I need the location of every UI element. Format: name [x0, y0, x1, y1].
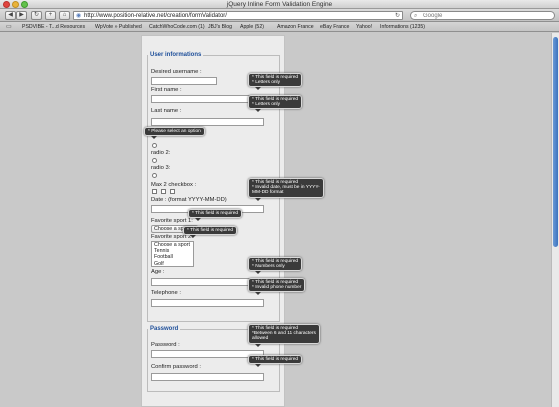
- error-bubble-fav2: * This field is required: [183, 226, 238, 239]
- error-text: * Letters only: [252, 102, 280, 108]
- error-bubble-firstname: * This field is required * Letters only: [248, 95, 303, 113]
- bookmarks-bar: ▭ PSDVIBE - T...d Resources WpVote » Pub…: [0, 22, 559, 32]
- date-label: Date : (format YYYY-MM-DD): [151, 197, 227, 203]
- error-bubble-confirm: * This field is required: [248, 355, 303, 368]
- confirm-password-input[interactable]: [151, 373, 264, 381]
- window-title: jQuery Inline Form Validation Engine: [226, 1, 333, 8]
- checkbox-3[interactable]: [170, 189, 175, 194]
- lastname-input[interactable]: [151, 118, 264, 126]
- refresh-icon[interactable]: ↻: [395, 12, 400, 20]
- firstname-label: First name :: [151, 87, 182, 93]
- list-item[interactable]: Golf: [152, 261, 193, 267]
- bookmark-item[interactable]: Amazon France: [277, 23, 314, 31]
- bookmark-item[interactable]: JBJ's Blog: [208, 23, 232, 31]
- radio-1[interactable]: [152, 143, 157, 148]
- error-text: allowed: [252, 336, 269, 342]
- error-text: * This field is required: [192, 211, 239, 216]
- checkbox-2[interactable]: [161, 189, 166, 194]
- checkbox-1[interactable]: [152, 189, 157, 194]
- username-input[interactable]: [151, 77, 217, 85]
- bookmark-item[interactable]: WpVote » Published: [95, 23, 142, 31]
- error-bubble-telephone: * This field is required * Invalid phone…: [248, 278, 306, 296]
- error-bubble-age: * This field is required * Numbers only: [248, 257, 303, 275]
- reload-button[interactable]: ↻: [31, 11, 42, 20]
- error-text: * Numbers only: [252, 264, 285, 270]
- telephone-label: Telephone :: [151, 290, 181, 296]
- confirm-password-label: Confirm password :: [151, 364, 201, 370]
- error-bubble-radio: * Please select an option: [144, 127, 205, 140]
- bookmark-item[interactable]: eBay France: [320, 23, 349, 31]
- add-bookmark-button[interactable]: +: [45, 11, 56, 20]
- radio-3[interactable]: [152, 173, 157, 178]
- radio-2[interactable]: [152, 158, 157, 163]
- address-bar[interactable]: ◉ http://www.position-relative.net/creat…: [73, 11, 403, 20]
- fav-sport1-label: Favorite sport 1:: [151, 218, 193, 224]
- show-all-bookmarks-icon[interactable]: ▭: [6, 24, 12, 30]
- search-input[interactable]: [423, 12, 543, 19]
- site-icon: ◉: [76, 13, 82, 19]
- home-button[interactable]: ⌂: [59, 11, 70, 20]
- error-bubble-date: * This field is required * Invalid date,…: [248, 178, 324, 201]
- password-label: Password :: [151, 342, 180, 348]
- error-bubble-password: * This field is required *Between 6 and …: [248, 324, 320, 347]
- error-text: * Invalid phone number: [252, 285, 302, 291]
- user-info-legend: User informations: [150, 52, 202, 58]
- error-text: MM-DD format: [252, 190, 284, 196]
- radio2-label: radio 2:: [151, 150, 171, 156]
- username-label: Desired username :: [151, 69, 202, 75]
- radio3-label: radio 3:: [151, 165, 171, 171]
- scrollbar-thumb[interactable]: [553, 37, 558, 247]
- password-legend: Password: [150, 326, 179, 332]
- page-viewport: User informations Desired username : Fir…: [0, 33, 551, 407]
- max2-checkbox-label: Max 2 checkbox :: [151, 182, 197, 188]
- url-text: http://www.position-relative.net/creatio…: [84, 13, 227, 19]
- error-bubble-fav1: * This field is required: [188, 209, 243, 222]
- forward-button[interactable]: ▶: [16, 11, 27, 20]
- bookmark-item[interactable]: PSDVIBE - T...d Resources: [22, 23, 85, 31]
- lastname-label: Last name :: [151, 108, 182, 114]
- bookmark-item[interactable]: Informations (1235): [380, 23, 425, 31]
- title-bar: jQuery Inline Form Validation Engine: [0, 0, 559, 9]
- bookmark-item[interactable]: Apple (52): [240, 23, 264, 31]
- age-label: Age :: [151, 269, 165, 275]
- bookmark-item[interactable]: CatchWhoCode.com (1): [149, 23, 205, 31]
- back-button[interactable]: ◀: [5, 11, 16, 20]
- error-text: * Letters only: [252, 80, 280, 86]
- error-text: * Please select an option: [148, 129, 201, 134]
- bookmark-item[interactable]: Yahoo!: [356, 23, 372, 31]
- error-bubble-username: * This field is required * Letters only: [248, 73, 303, 91]
- browser-toolbar: ◀ ▶ ↻ + ⌂ ◉ http://www.position-relative…: [0, 9, 559, 22]
- fav-sport2-listbox[interactable]: Choose a sport Tennis Football Golf: [151, 241, 194, 267]
- telephone-input[interactable]: [151, 299, 264, 307]
- form-container: User informations Desired username : Fir…: [141, 35, 285, 407]
- vertical-scrollbar[interactable]: [551, 33, 559, 407]
- error-text: * This field is required: [187, 228, 234, 233]
- search-box[interactable]: ⌕: [410, 11, 555, 20]
- search-icon: ⌕: [414, 13, 418, 19]
- error-text: * This field is required: [252, 357, 299, 362]
